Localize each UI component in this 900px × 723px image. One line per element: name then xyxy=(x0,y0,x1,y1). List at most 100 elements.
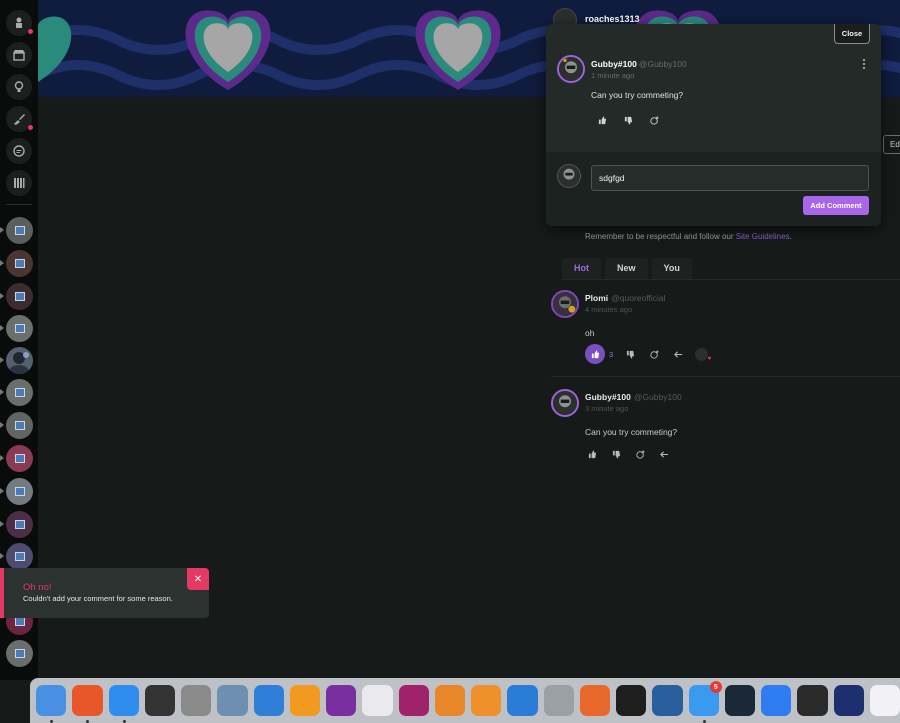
comment-time: 3 minute ago xyxy=(585,404,629,413)
safari-icon[interactable] xyxy=(108,685,139,723)
server-icon[interactable] xyxy=(6,640,33,667)
tab-you[interactable]: You xyxy=(651,258,692,279)
author-name[interactable]: Plomi xyxy=(585,293,608,303)
x-app-icon[interactable] xyxy=(833,685,864,716)
server-indicator xyxy=(0,521,4,527)
chess-icon[interactable] xyxy=(6,10,33,36)
calculator-icon[interactable] xyxy=(181,685,212,716)
roblox-icon[interactable] xyxy=(797,685,828,716)
image-placeholder-icon xyxy=(14,454,25,463)
server-icon[interactable] xyxy=(6,283,33,310)
sublime-text-icon[interactable] xyxy=(471,685,502,716)
edit-profile-button[interactable]: Ed xyxy=(883,135,900,154)
react-button[interactable] xyxy=(633,447,647,461)
comment-text: Can you try commeting? xyxy=(585,427,678,437)
thumbs-down-icon xyxy=(624,116,632,125)
image-placeholder-icon xyxy=(14,226,25,235)
brush-icon[interactable] xyxy=(6,106,33,132)
comment-author: Gubby#100 @Gubby100 xyxy=(585,392,682,402)
hexagon-app-icon[interactable] xyxy=(326,685,357,716)
error-toast: Oh no! Couldn't add your comment for som… xyxy=(0,568,209,618)
thumbs-up-icon xyxy=(591,349,599,358)
headphones-icon[interactable] xyxy=(253,685,284,716)
comment-text: Can you try commeting? xyxy=(591,90,684,100)
avatar[interactable] xyxy=(551,290,579,318)
tabs-divider xyxy=(562,279,900,280)
server-indicator xyxy=(0,260,4,266)
fl-studio-icon[interactable] xyxy=(144,685,175,716)
like-button[interactable] xyxy=(585,447,599,461)
preview-icon[interactable] xyxy=(217,685,248,716)
server-indicator xyxy=(0,325,4,331)
like-button[interactable] xyxy=(595,113,609,127)
notification-dot xyxy=(28,29,33,34)
tab-new[interactable]: New xyxy=(605,258,648,279)
more-options-icon[interactable] xyxy=(860,58,868,70)
apex-app-icon[interactable] xyxy=(579,685,610,716)
add-comment-button[interactable]: Add Comment xyxy=(803,196,869,215)
store-icon[interactable] xyxy=(6,42,32,68)
comment-input[interactable] xyxy=(591,165,869,191)
lightbulb-icon[interactable] xyxy=(6,74,32,100)
comment-actions: 3 ♥ xyxy=(585,344,711,364)
steam-icon[interactable] xyxy=(724,685,755,716)
dislike-button[interactable] xyxy=(623,347,637,361)
roblox-studio-icon[interactable] xyxy=(761,685,792,716)
reply-button[interactable] xyxy=(671,347,685,361)
terminal-icon[interactable] xyxy=(616,685,647,716)
firefox-icon[interactable] xyxy=(72,685,103,723)
like-button[interactable] xyxy=(585,344,605,364)
monitor-app-icon[interactable] xyxy=(398,685,429,716)
audacity-icon[interactable] xyxy=(289,685,320,716)
sidebar-divider xyxy=(6,204,32,205)
react-button[interactable] xyxy=(647,347,661,361)
toast-message: Couldn't add your comment for some reaso… xyxy=(23,594,173,603)
messages-icon[interactable]: 5 xyxy=(688,681,722,723)
server-indicator xyxy=(0,422,4,428)
vscode-icon[interactable] xyxy=(507,685,538,716)
server-indicator xyxy=(0,488,4,494)
liker-avatar[interactable]: ♥ xyxy=(695,347,711,362)
comment-item: Gubby#100 @Gubby100 3 minute ago Can you … xyxy=(551,389,900,469)
library-icon[interactable] xyxy=(6,170,32,196)
server-icon[interactable] xyxy=(6,511,33,538)
close-button[interactable]: Close xyxy=(834,24,870,44)
thumbs-down-icon xyxy=(626,350,634,359)
server-icon[interactable] xyxy=(6,379,33,406)
site-guidelines-link[interactable]: Site Guidelines xyxy=(736,232,790,241)
server-icon[interactable] xyxy=(6,478,33,505)
server-icon[interactable] xyxy=(6,412,33,439)
avatar[interactable] xyxy=(557,55,585,83)
comment-author: Gubby#100 @Gubby100 xyxy=(591,59,687,69)
dislike-button[interactable] xyxy=(621,113,635,127)
server-icon[interactable] xyxy=(6,445,33,472)
reply-button[interactable] xyxy=(657,447,671,461)
author-name[interactable]: Gubby#100 xyxy=(585,392,631,402)
avatar[interactable] xyxy=(551,389,579,417)
triangle-app-icon[interactable] xyxy=(869,685,900,716)
image-placeholder-icon xyxy=(14,421,25,430)
chat-icon[interactable] xyxy=(6,138,32,164)
react-button[interactable] xyxy=(647,113,661,127)
like-count: 3 xyxy=(609,349,614,359)
avatar-image-icon xyxy=(9,352,29,374)
server-icon[interactable] xyxy=(6,217,33,244)
disk-utility-icon[interactable] xyxy=(543,685,574,716)
guidelines-text: Remember to be respectful and follow our xyxy=(585,232,734,241)
server-icon[interactable] xyxy=(6,315,33,342)
dislike-button[interactable] xyxy=(609,447,623,461)
notification-dot xyxy=(28,125,33,130)
tab-hot[interactable]: Hot xyxy=(562,258,601,279)
avatar xyxy=(557,164,581,188)
server-icon[interactable] xyxy=(6,543,33,570)
author-name[interactable]: Gubby#100 xyxy=(591,59,637,69)
server-indicator xyxy=(0,389,4,395)
server-icon[interactable] xyxy=(6,250,33,277)
close-icon[interactable]: ✕ xyxy=(187,568,209,590)
server-icon[interactable] xyxy=(6,347,33,374)
blender-icon[interactable] xyxy=(434,685,465,716)
infinity-app-icon[interactable] xyxy=(362,685,393,716)
finder-icon[interactable] xyxy=(36,685,67,723)
virtualbox-icon[interactable] xyxy=(652,685,683,716)
reply-icon xyxy=(673,350,682,358)
